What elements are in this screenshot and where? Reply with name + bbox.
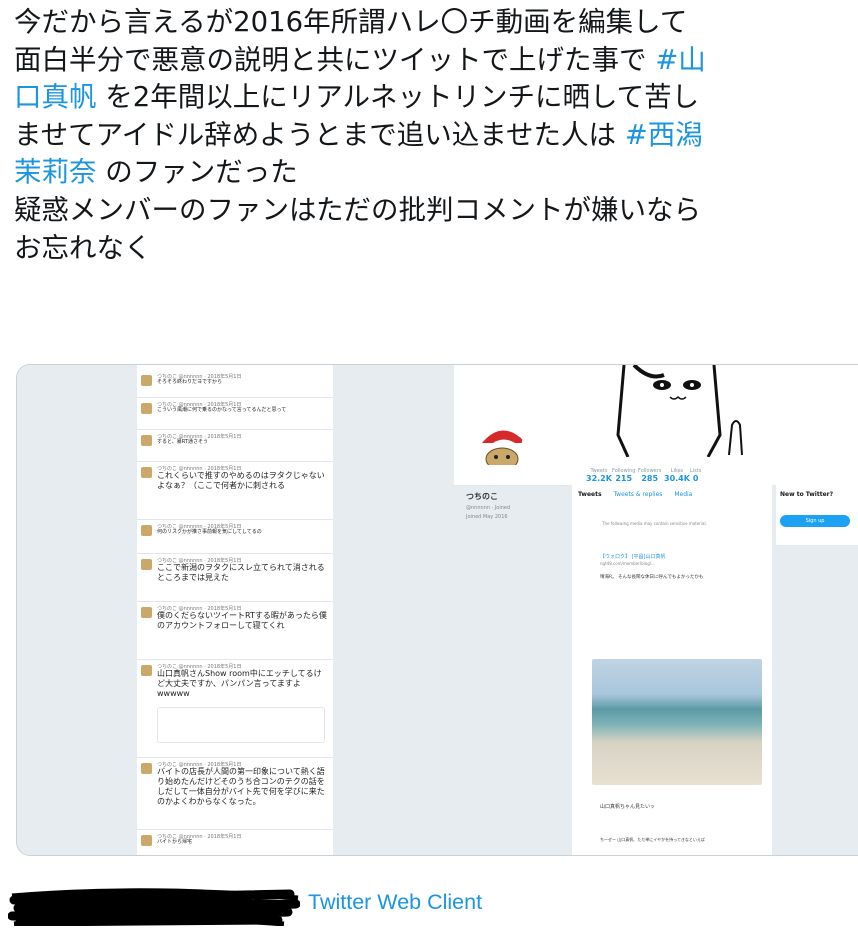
feed-snippet: The following media may contain sensitiv…: [602, 521, 707, 526]
embedded-tweet: つちのこ @nnnnnn · 2018年5月1日 そろそろ終わりだヨですから: [137, 371, 333, 398]
profile-joined: Joined May 2016: [466, 514, 508, 520]
embedded-tweet: つちのこ @nnnnnn · 2018年5月1日 山口真帆さんShow room中…: [137, 661, 333, 758]
avatar: [141, 559, 152, 570]
embedded-tweet: つちのこ @nnnnnn · 2018年5月1日 バイトから帰宅: [137, 831, 333, 855]
feed-snippet: 晴海R。 そんな長閑な休日に呼んでもよかったかも: [600, 575, 704, 580]
avatar: [141, 665, 152, 676]
avatar: [141, 467, 152, 478]
source-link[interactable]: Twitter Web Client: [308, 890, 482, 915]
tweet-line: ませてアイドル辞めようとまで追い込ませた人は #西潟: [14, 117, 858, 155]
profile-name: つちのこ: [466, 492, 498, 501]
embedded-tweet-text: こういう風潮に何で乗るのかなって言ってるんだと思って: [157, 407, 287, 413]
embedded-tweet-text: バイトから帰宅: [157, 839, 193, 845]
left-screenshot: つちのこ @nnnnnn · 2018年5月1日 そろそろ終わりだヨですから つちの…: [17, 365, 454, 855]
profile-panel: つちのこ @nnnnnn · Joined Joined May 2016: [466, 491, 566, 520]
hashtag-link[interactable]: #西潟: [625, 119, 703, 151]
quoted-warning: [157, 707, 325, 743]
hashtag-link[interactable]: #山: [655, 44, 706, 76]
avatar: [141, 607, 152, 618]
feed-snippet: 【ウォロク】 [平昌]山口真帆: [600, 554, 666, 560]
embedded-tweet-text: 僕のくだらないツイートRTする暇があったら僕のアカウントフォローして寝てくれ: [157, 611, 327, 630]
tweet-text-segment: お忘れなく: [14, 231, 152, 264]
embedded-tweet: つちのこ @nnnnnn · 2018年5月1日 ここで新潟のヲタクにスレ立てられ…: [137, 555, 333, 602]
left-feed: つちのこ @nnnnnn · 2018年5月1日 そろそろ終わりだヨですから つちの…: [137, 365, 333, 855]
profile-stat: Followers 285: [638, 468, 661, 483]
beach-photo: [592, 659, 762, 785]
tweet-text-segment: ませてアイドル辞めようとまで追い込ませた人は: [14, 118, 625, 151]
tweet-text-segment: のファンだった: [96, 156, 298, 189]
feed-snippet: ngt48.com/member/blog/...: [600, 561, 655, 566]
redacted-username: [8, 888, 300, 926]
profile-stat-value: 0: [692, 474, 699, 483]
embedded-tweet: つちのこ @nnnnnn · 2018年5月1日 これくらいで推すのやめるのはヲタ…: [137, 463, 333, 520]
profile-stat-value: 32.2K: [586, 474, 612, 483]
profile-stat: Likes 30.4K: [664, 468, 690, 483]
tweet-text-segment: 面白半分で悪意の説明と共にツイットで上げた事で: [14, 43, 656, 76]
profile-tabs: Tweets Tweets & replies Media: [578, 491, 702, 498]
profile-stat-value: 215: [615, 474, 633, 483]
avatar: [141, 403, 152, 414]
attached-image[interactable]: つちのこ @nnnnnn · 2018年5月1日 そろそろ終わりだヨですから つちの…: [16, 364, 858, 856]
cartoon-illustration: [616, 365, 743, 457]
tweet-text-segment: 疑惑メンバーのファンはただの批判コメントが嫌いなら: [14, 193, 701, 226]
tab-tweets-replies: Tweets & replies: [613, 491, 663, 498]
tweet-text-segment: 今だから言えるが2016年所謂ハレ〇チ動画を編集して: [14, 6, 688, 38]
tab-media: Media: [674, 491, 693, 498]
embedded-tweet: つちのこ @nnnnnn · 2018年5月1日 こういう風潮に何で乗るのかなって…: [137, 399, 333, 430]
embedded-tweet-text: 何のリスクかが推さ事前報を気にしてしてるの: [157, 529, 262, 535]
profile-stats: Tweets 32.2K Following 215 Followers 285 Likes…: [454, 465, 858, 486]
tweet-line: 茉莉奈 のファンだった: [14, 154, 858, 192]
embedded-tweet-text: バイトの店長が人間の第一印象について熱く語り始めたんだけどそのうち合コンのテクの…: [157, 767, 325, 806]
avatar: [141, 435, 152, 446]
embedded-tweet: つちのこ @nnnnnn · 2018年5月1日 何のリスクかが推さ事前報を気にし…: [137, 521, 333, 554]
avatar: [141, 375, 152, 386]
profile-stat-value: 30.4K: [664, 474, 690, 483]
tweet-text: 今だから言えるが2016年所謂ハレ〇チ動画を編集して 面白半分で悪意の説明と共にツ…: [14, 4, 858, 267]
right-screenshot: Tweets 32.2K Following 215 Followers 285 Likes…: [454, 365, 858, 855]
signup-panel: New to Twitter? Sign up: [776, 485, 858, 545]
signup-title: New to Twitter?: [780, 491, 834, 498]
avatar: [141, 835, 152, 846]
hashtag-link[interactable]: 茉莉奈: [14, 156, 97, 188]
embedded-tweet-text: ここで新潟のヲタクにスレ立てられて消されるところまでは見えた: [157, 563, 325, 582]
embedded-tweet-text: すると、暴RT通さそう: [157, 439, 208, 445]
embedded-tweet: つちのこ @nnnnnn · 2018年5月1日 バイトの店長が人間の第一印象につ…: [137, 759, 333, 830]
profile-stat: Lists 0: [690, 468, 701, 483]
feed-snippet: 山口真帆ちゃん見たいッ: [600, 804, 656, 810]
tweet-line: 疑惑メンバーのファンはただの批判コメントが嫌いなら: [14, 192, 858, 230]
avatar: [141, 763, 152, 774]
tweet-line: 口真帆 を2年間以上にリアルネットリンチに晒して苦し: [14, 79, 858, 117]
profile-stat: Tweets 32.2K: [586, 468, 612, 483]
signup-button: Sign up: [780, 515, 850, 527]
tweet-meta: Twitter Web Client: [8, 880, 508, 928]
tweet-line: 面白半分で悪意の説明と共にツイットで上げた事で #山: [14, 42, 858, 80]
hashtag-link[interactable]: 口真帆: [14, 81, 97, 113]
tab-tweets: Tweets: [578, 491, 602, 498]
embedded-tweet-text: これくらいで推すのやめるのはヲタクじゃないよなぁ？（ここで何者かに刺される: [157, 471, 325, 490]
tweet-text-segment: を2年間以上にリアルネットリンチに晒して苦し: [96, 81, 700, 114]
embedded-tweet: つちのこ @nnnnnn · 2018年5月1日 僕のくだらないツイートRTする暇…: [137, 603, 333, 660]
embedded-tweet-text: そろそろ終わりだヨですから: [157, 379, 223, 385]
tweet-line: お忘れなく: [14, 230, 858, 268]
profile-stat: Following 215: [612, 468, 635, 483]
embedded-tweet: つちのこ @nnnnnn · 2018年5月1日 すると、暴RT通さそう: [137, 431, 333, 462]
embedded-tweet-text: 山口真帆さんShow room中にエッチしてるけど大丈夫ですか、パンパン言ってま…: [157, 669, 322, 698]
tweet-line: 今だから言えるが2016年所謂ハレ〇チ動画を編集して: [14, 4, 858, 42]
right-feed: Tweets Tweets & replies Media The follow…: [572, 485, 772, 855]
avatar: [141, 525, 152, 536]
profile-stat-value: 285: [641, 474, 659, 483]
feed-snippet: ちーぜー 山口真帆、ただ単にイヤかを持ってきなといえば: [600, 837, 705, 842]
profile-handle: @nnnnnn · Joined: [466, 505, 511, 511]
